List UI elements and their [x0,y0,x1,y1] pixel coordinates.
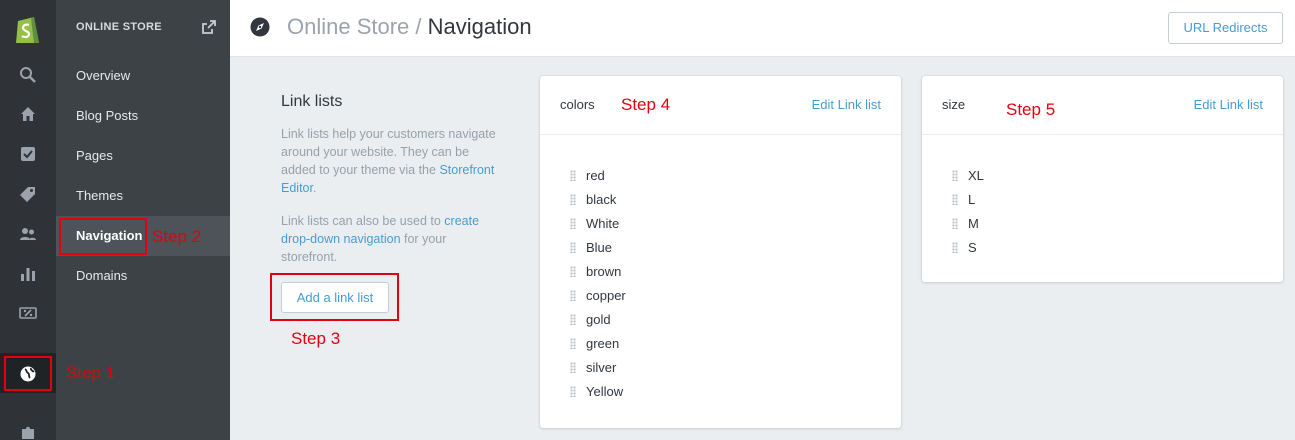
sidebar-item-domains[interactable]: Domains [56,256,230,296]
list-item-label: black [586,191,617,207]
list-item-label: silver [586,359,617,375]
link-list-items: XL L M S [952,163,984,259]
list-item-label: copper [586,287,626,303]
list-item[interactable]: red [570,163,626,187]
list-item[interactable]: M [952,211,984,235]
breadcrumb-section[interactable]: Online Store [287,14,409,39]
sidebar-item-themes[interactable]: Themes [56,176,230,216]
list-item-label: gold [586,311,611,327]
card-header: size Edit Link list [922,76,1283,135]
step1-label: Step 1 [66,363,116,382]
step1-highlight-box [4,356,52,391]
list-item[interactable]: black [570,187,626,211]
drag-handle-icon[interactable] [570,241,576,253]
list-item[interactable]: green [570,331,626,355]
link-list-items: red black White Blue brown copper gold g… [570,163,626,403]
step5-label: Step 5 [1006,100,1056,119]
discounts-icon[interactable] [18,303,38,323]
drag-handle-icon[interactable] [952,241,958,253]
apps-puzzle-icon[interactable] [18,422,38,440]
list-item-label: White [586,215,620,231]
link-list-name: size [942,97,966,112]
link-lists-heading: Link lists [281,93,343,110]
list-item[interactable]: gold [570,307,626,331]
drag-handle-icon[interactable] [570,289,576,301]
link-list-card-colors: colors Edit Link list red black White Bl… [540,76,901,428]
orders-icon[interactable] [18,144,38,164]
compass-icon [250,17,270,37]
list-item-label: S [968,239,977,255]
list-item-label: brown [586,263,622,279]
sidebar-item-blog-posts[interactable]: Blog Posts [56,96,230,136]
list-item[interactable]: XL [952,163,984,187]
step3-label: Step 3 [291,329,341,348]
search-icon[interactable] [18,65,38,85]
step2-label: Step 2 [152,227,202,246]
drag-handle-icon[interactable] [952,217,958,229]
page-title: Online Store / Navigation [287,14,532,40]
top-bar: Online Store / Navigation URL Redirects [230,0,1295,57]
step4-label: Step 4 [621,95,671,114]
drag-handle-icon[interactable] [570,217,576,229]
list-item-label: Blue [586,239,613,255]
list-item-label: M [968,215,979,231]
sidebar-item-overview[interactable]: Overview [56,56,230,96]
intro-text-2: Link lists can also be used to [281,214,445,228]
drag-handle-icon[interactable] [570,193,576,205]
breadcrumb-current: Navigation [427,14,532,39]
step3-highlight-box [270,273,399,321]
list-item[interactable]: copper [570,283,626,307]
intro-paragraph-1: Link lists help your customers navigate … [281,125,496,197]
step2-highlight-box [59,218,147,255]
list-item-label: green [586,335,620,351]
link-list-name: colors [560,97,595,112]
sidebar-item-pages[interactable]: Pages [56,136,230,176]
shopify-logo-icon[interactable] [12,12,44,46]
home-icon[interactable] [18,104,38,124]
products-tag-icon[interactable] [18,184,38,204]
reports-icon[interactable] [18,264,38,284]
list-item[interactable]: Yellow [570,379,626,403]
breadcrumb-separator: / [409,14,428,39]
card-header: colors Edit Link list [540,76,901,135]
list-item[interactable]: silver [570,355,626,379]
drag-handle-icon[interactable] [570,265,576,277]
list-item-label: XL [968,167,984,183]
edit-link-list-link[interactable]: Edit Link list [1194,97,1263,112]
list-item[interactable]: brown [570,259,626,283]
list-item[interactable]: S [952,235,984,259]
intro-paragraph-2: Link lists can also be used to create dr… [281,212,496,266]
intro-text-1-end: . [312,181,317,195]
subnav-title: ONLINE STORE [76,21,162,33]
drag-handle-icon[interactable] [952,169,958,181]
list-item[interactable]: L [952,187,984,211]
link-list-card-size: size Edit Link list XL L M S [922,76,1283,282]
url-redirects-button[interactable]: URL Redirects [1168,12,1283,44]
external-link-icon[interactable] [202,20,216,34]
list-item-label: L [968,191,976,207]
drag-handle-icon[interactable] [570,385,576,397]
list-item-label: Yellow [586,383,624,399]
drag-handle-icon[interactable] [570,313,576,325]
edit-link-list-link[interactable]: Edit Link list [812,97,881,112]
drag-handle-icon[interactable] [952,193,958,205]
list-item[interactable]: Blue [570,235,626,259]
customers-icon[interactable] [18,224,38,244]
drag-handle-icon[interactable] [570,361,576,373]
drag-handle-icon[interactable] [570,337,576,349]
drag-handle-icon[interactable] [570,169,576,181]
list-item[interactable]: White [570,211,626,235]
list-item-label: red [586,167,605,183]
